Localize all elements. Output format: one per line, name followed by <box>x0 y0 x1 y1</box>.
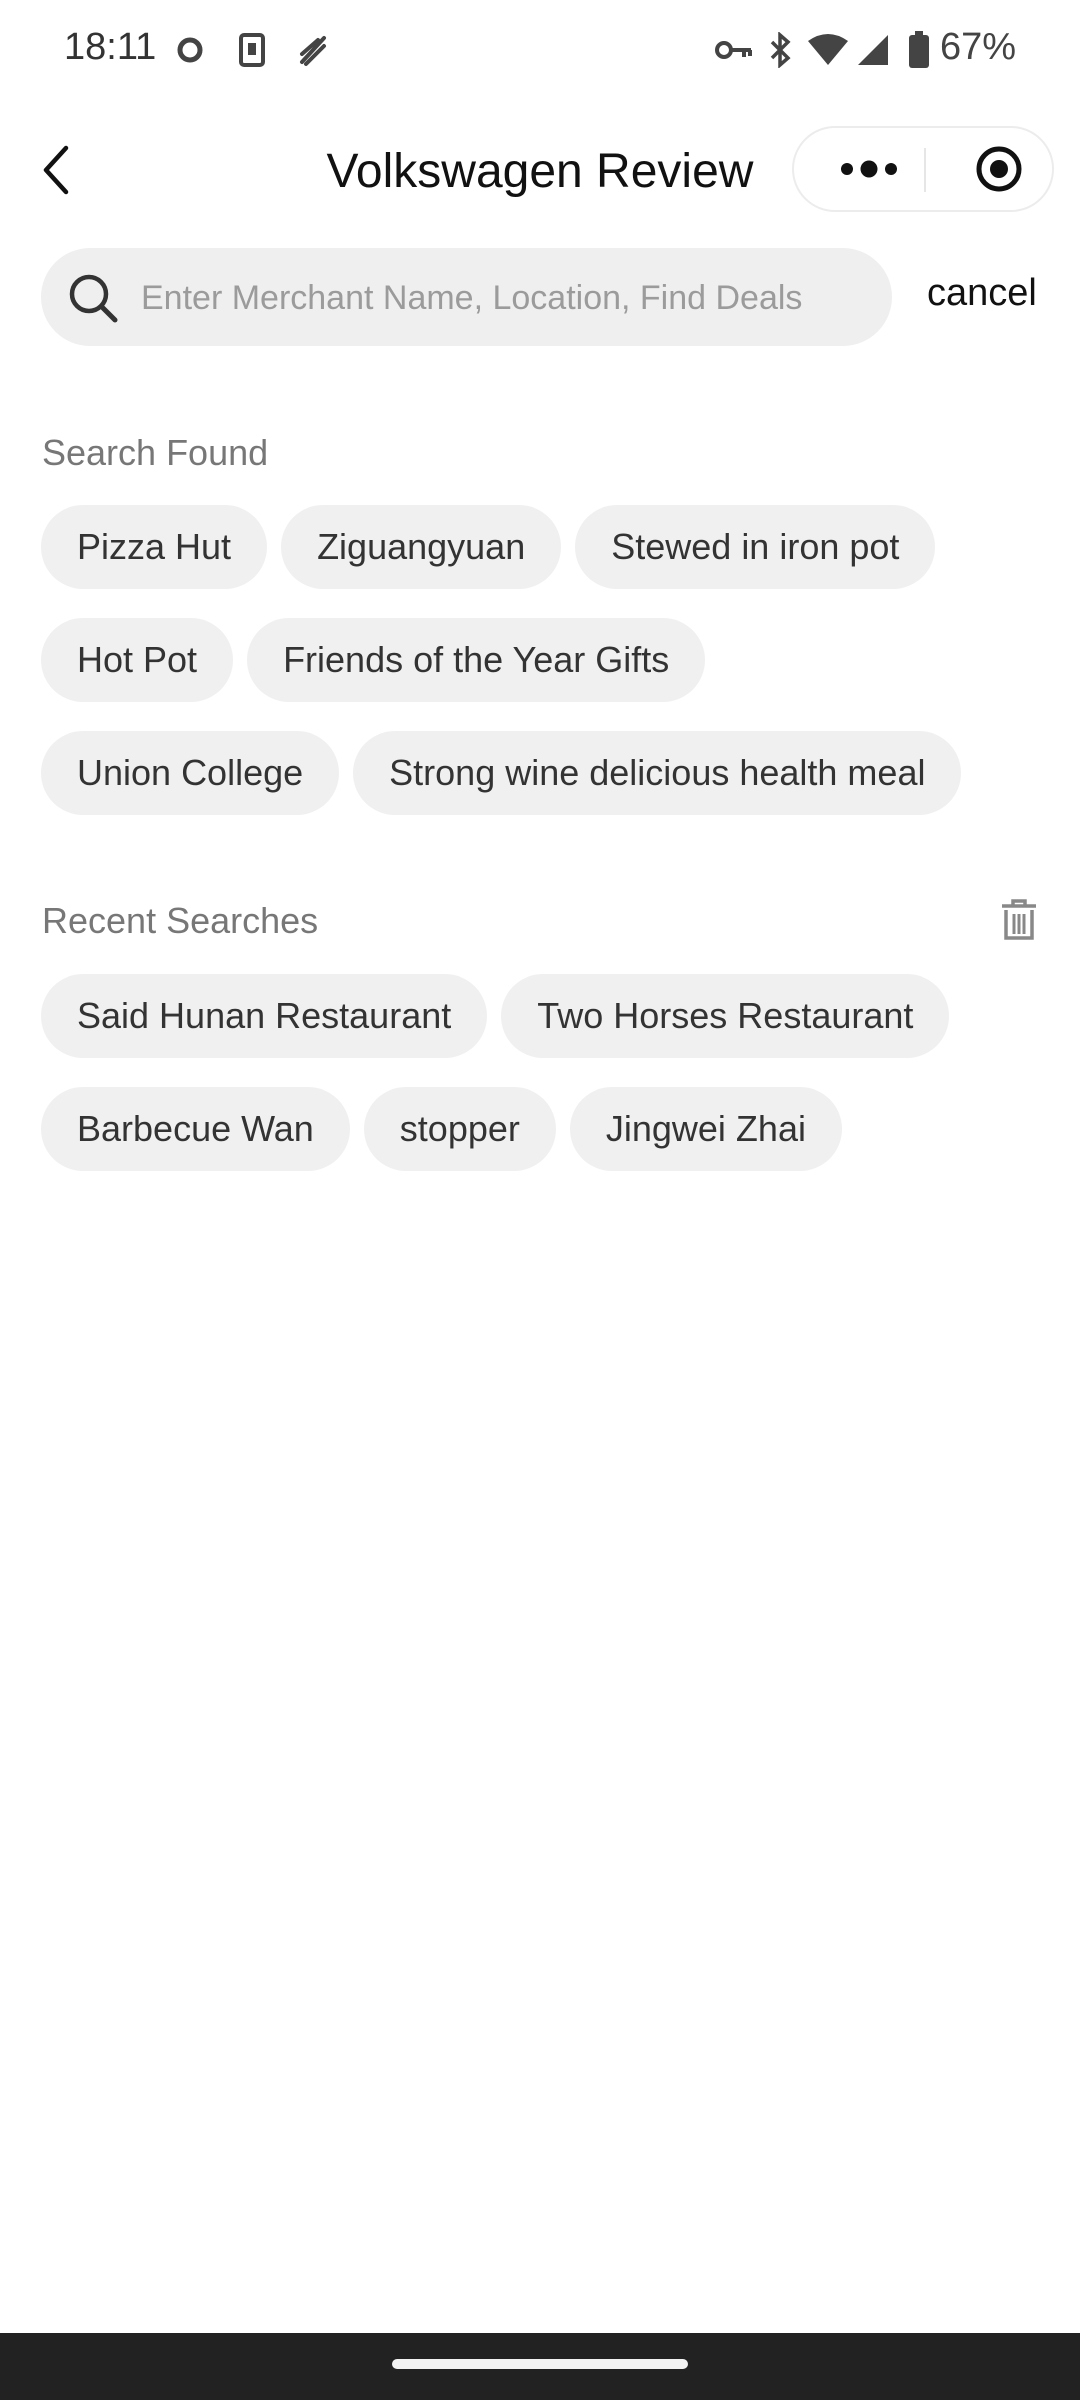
nav-bar: Volkswagen Review <box>0 120 1080 220</box>
tag-row: Hot Pot Friends of the Year Gifts <box>41 618 1041 702</box>
search-found-tag[interactable]: Stewed in iron pot <box>575 505 936 589</box>
search-found-title: Search Found <box>42 432 269 473</box>
recent-search-tag[interactable]: Said Hunan Restaurant <box>41 974 488 1058</box>
system-nav-bar <box>0 2333 1080 2400</box>
search-icon <box>69 274 118 323</box>
chevron-left-icon <box>43 145 69 195</box>
search-input[interactable] <box>139 248 873 348</box>
trash-icon <box>1002 899 1036 940</box>
status-bar: 18:11 67% <box>0 0 1080 100</box>
key-icon <box>712 30 756 70</box>
cancel-button[interactable]: cancel <box>927 272 1037 315</box>
search-found-tags: Pizza Hut Ziguangyuan Stewed in iron pot… <box>41 505 1041 844</box>
search-found-tag[interactable]: Hot Pot <box>41 618 234 702</box>
back-button[interactable] <box>38 144 78 196</box>
recent-search-tag[interactable]: stopper <box>363 1087 556 1171</box>
sim-card-icon <box>232 30 272 70</box>
capsule-divider <box>924 148 926 192</box>
recent-search-tags: Said Hunan Restaurant Two Horses Restaur… <box>41 974 1041 1200</box>
recent-search-tag[interactable]: Barbecue Wan <box>41 1087 350 1171</box>
tag-row: Barbecue Wan stopper Jingwei Zhai <box>41 1087 1041 1171</box>
recent-search-tag[interactable]: Jingwei Zhai <box>569 1087 842 1171</box>
close-mini-program-button[interactable] <box>954 128 1044 210</box>
mini-program-capsule <box>792 126 1054 212</box>
search-found-tag[interactable]: Union College <box>41 731 340 815</box>
signal-icon <box>852 30 892 70</box>
clear-history-button[interactable] <box>1000 898 1038 942</box>
search-box[interactable] <box>41 248 892 348</box>
battery-icon <box>904 30 934 70</box>
leaf-icon <box>292 30 332 70</box>
bluetooth-icon <box>762 30 798 70</box>
search-found-tag[interactable]: Pizza Hut <box>41 505 268 589</box>
battery-percentage: 67% <box>940 26 1017 68</box>
home-indicator[interactable] <box>392 2359 688 2369</box>
search-found-tag[interactable]: Friends of the Year Gifts <box>247 618 706 702</box>
target-icon <box>976 146 1022 192</box>
recent-searches-title: Recent Searches <box>42 900 319 941</box>
search-found-tag[interactable]: Ziguangyuan <box>281 505 562 589</box>
wifi-icon <box>804 30 852 70</box>
recent-search-tag[interactable]: Two Horses Restaurant <box>501 974 950 1058</box>
circle-notification-icon <box>170 30 210 70</box>
status-time: 18:11 <box>64 26 157 68</box>
more-button[interactable] <box>824 128 914 210</box>
tag-row: Union College Strong wine delicious heal… <box>41 731 1041 815</box>
tag-row: Said Hunan Restaurant Two Horses Restaur… <box>41 974 1041 1058</box>
tag-row: Pizza Hut Ziguangyuan Stewed in iron pot <box>41 505 1041 589</box>
more-dots-icon <box>841 160 897 178</box>
search-found-tag[interactable]: Strong wine delicious health meal <box>353 731 962 815</box>
